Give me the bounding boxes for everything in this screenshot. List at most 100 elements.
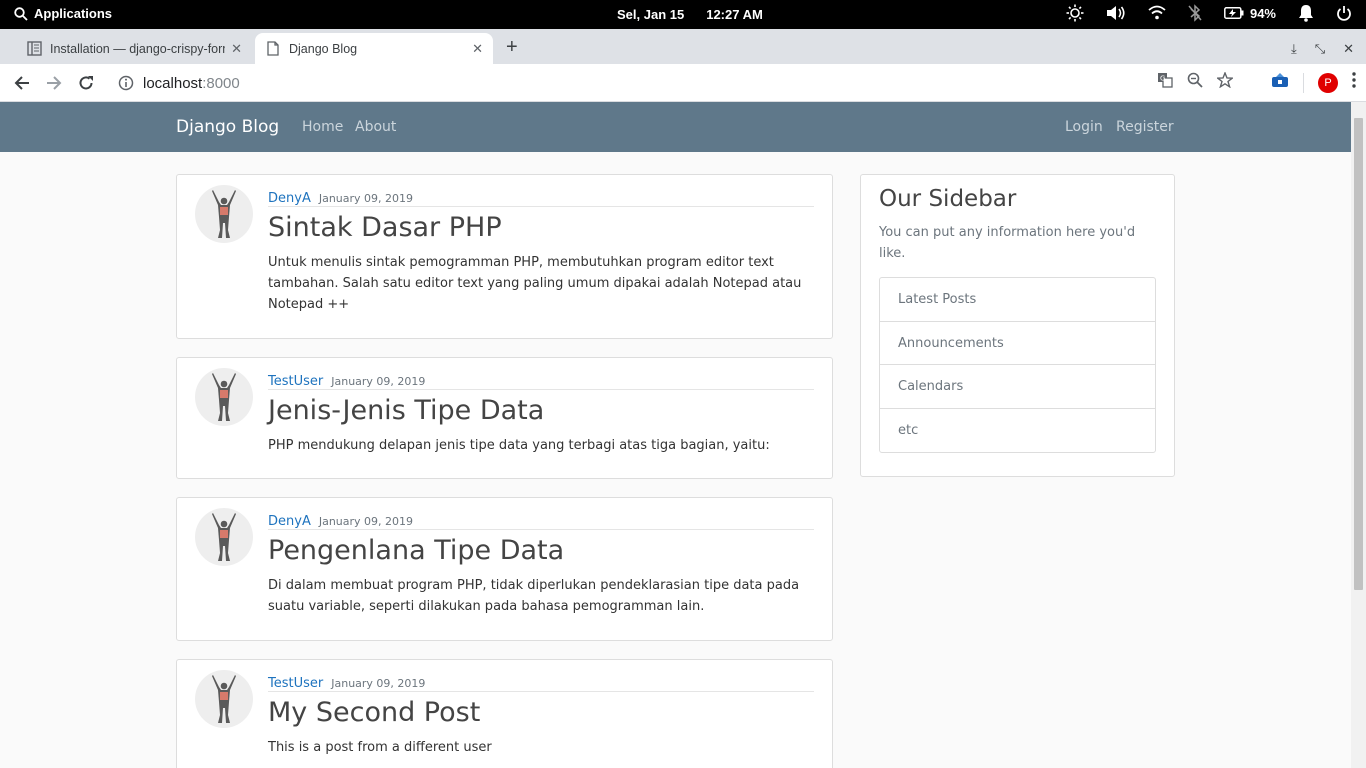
author-link[interactable]: DenyA (268, 514, 311, 529)
bookmark-star-icon[interactable] (1215, 71, 1235, 93)
post-date: January 09, 2019 (318, 192, 414, 205)
reload-button[interactable] (75, 72, 97, 94)
tab-title: Installation — django-crispy-forms (50, 41, 226, 56)
page-scrollbar[interactable] (1351, 102, 1366, 768)
post-title[interactable]: Pengenlana Tipe Data (268, 535, 564, 566)
author-avatar (195, 508, 253, 566)
tab-django-blog[interactable]: Django Blog ✕ (255, 33, 493, 64)
date-label: Sel, Jan 15 (617, 7, 685, 22)
svg-text:G: G (1160, 75, 1165, 83)
nav-register-link[interactable]: Register (1116, 119, 1174, 135)
forward-button[interactable] (43, 72, 65, 94)
person-figure-icon (212, 513, 236, 561)
zoom-icon[interactable] (1187, 72, 1203, 93)
time-label: 12:27 AM (706, 7, 763, 22)
toolbar-actions: G P (1157, 71, 1356, 93)
post-content: This is a post from a different user (268, 740, 492, 755)
scrollbar-thumb[interactable] (1354, 118, 1363, 590)
tab-installation[interactable]: Installation — django-crispy-forms ✕ (16, 33, 252, 64)
nav-login-link[interactable]: Login (1065, 119, 1103, 135)
post-meta: DenyA January 09, 2019 (268, 510, 814, 530)
site-brand[interactable]: Django Blog (176, 117, 279, 137)
tab-title: Django Blog (289, 41, 358, 56)
sidebar-item-latest-posts[interactable]: Latest Posts (880, 278, 1155, 322)
sidebar-title: Our Sidebar (879, 186, 1017, 212)
translate-icon[interactable]: G (1157, 72, 1173, 93)
post-card: TestUser January 09, 2019 Jenis-Jenis Tip… (176, 357, 833, 479)
battery-charging-icon (1224, 7, 1244, 19)
url-port: :8000 (202, 74, 240, 92)
applications-menu[interactable]: Applications (14, 6, 112, 21)
volume-icon[interactable] (1106, 4, 1126, 22)
person-figure-icon (212, 190, 236, 238)
menu-kebab-icon[interactable] (1352, 72, 1356, 93)
post-card: DenyA January 09, 2019 Pengenlana Tipe Da… (176, 497, 833, 641)
post-date: January 09, 2019 (331, 375, 426, 388)
bluetooth-off-icon[interactable] (1188, 4, 1202, 22)
nav-about-link[interactable]: About (355, 119, 396, 135)
browser-toolbar: localhost:8000 G P (0, 64, 1366, 102)
forward-arrow-icon (47, 76, 62, 90)
battery-status[interactable]: 94% (1224, 6, 1276, 21)
page-favicon-icon (265, 41, 281, 57)
post-card: DenyA January 09, 2019 Sintak Dasar PHP U… (176, 174, 833, 339)
profile-initial: P (1324, 76, 1332, 89)
info-icon[interactable] (118, 75, 134, 91)
sidebar-item-calendars[interactable]: Calendars (880, 365, 1155, 409)
nav-home-link[interactable]: Home (302, 119, 343, 135)
post-date: January 09, 2019 (318, 515, 414, 528)
post-title[interactable]: My Second Post (268, 697, 480, 728)
author-link[interactable]: TestUser (268, 676, 323, 691)
post-meta: TestUser January 09, 2019 (268, 370, 814, 390)
search-icon (14, 6, 28, 21)
address-bar[interactable]: localhost:8000 (108, 69, 1282, 97)
close-tab-icon[interactable]: ✕ (472, 41, 483, 57)
window-controls: ⤓ ⤡ ✕ (1291, 41, 1354, 57)
unmaximize-icon[interactable]: ⤡ (1315, 41, 1325, 57)
post-content: PHP mendukung delapan jenis tipe data ya… (268, 438, 770, 453)
system-top-bar: Applications Sel, Jan 15 12:27 AM 94% (0, 0, 1366, 29)
sidebar-list: Latest Posts Announcements Calendars etc (879, 277, 1156, 453)
post-content: Untuk menulis sintak pemogramman PHP, me… (268, 255, 802, 312)
post-meta: TestUser January 09, 2019 (268, 672, 814, 692)
wifi-icon[interactable] (1148, 5, 1166, 21)
download-icon[interactable]: ⤓ (1291, 41, 1297, 57)
sidebar-item-announcements[interactable]: Announcements (880, 322, 1155, 365)
post-card: TestUser January 09, 2019 My Second Post … (176, 659, 833, 768)
profile-avatar[interactable]: P (1318, 72, 1338, 93)
close-tab-icon[interactable]: ✕ (231, 41, 242, 57)
clock[interactable]: Sel, Jan 15 12:27 AM (617, 7, 763, 22)
post-meta: DenyA January 09, 2019 (268, 187, 814, 207)
author-link[interactable]: TestUser (268, 374, 323, 389)
new-tab-button[interactable]: + (506, 36, 518, 59)
author-link[interactable]: DenyA (268, 191, 311, 206)
document-favicon-icon (26, 41, 42, 57)
post-title[interactable]: Jenis-Jenis Tipe Data (268, 395, 544, 426)
sidebar-description: You can put any information here you'd l… (879, 225, 1136, 261)
system-tray: 94% (1066, 4, 1352, 22)
person-figure-icon (212, 373, 236, 421)
back-button[interactable] (11, 72, 33, 94)
site-navbar: Django Blog Home About Login Register (0, 102, 1351, 152)
author-avatar (195, 368, 253, 426)
extension-icon[interactable] (1271, 72, 1289, 93)
post-title[interactable]: Sintak Dasar PHP (268, 212, 502, 243)
author-avatar (195, 670, 253, 728)
brightness-icon[interactable] (1066, 4, 1084, 22)
close-window-icon[interactable]: ✕ (1343, 41, 1354, 57)
author-avatar (195, 185, 253, 243)
notification-bell-icon[interactable] (1298, 4, 1314, 22)
sidebar-item-etc[interactable]: etc (880, 409, 1155, 453)
person-figure-icon (212, 675, 236, 723)
page-viewport: Django Blog Home About Login Register De… (0, 102, 1351, 768)
browser-tab-strip: Installation — django-crispy-forms ✕ Dja… (0, 29, 1366, 64)
applications-label: Applications (34, 6, 113, 21)
post-content: Di dalam membuat program PHP, tidak dipe… (268, 578, 800, 614)
url-host: localhost (143, 74, 203, 92)
post-date: January 09, 2019 (331, 677, 426, 690)
reload-icon (79, 76, 93, 90)
power-icon[interactable] (1336, 5, 1352, 21)
back-arrow-icon (14, 76, 29, 90)
battery-percent: 94% (1249, 5, 1276, 21)
sidebar: Our Sidebar You can put any information … (860, 174, 1175, 477)
